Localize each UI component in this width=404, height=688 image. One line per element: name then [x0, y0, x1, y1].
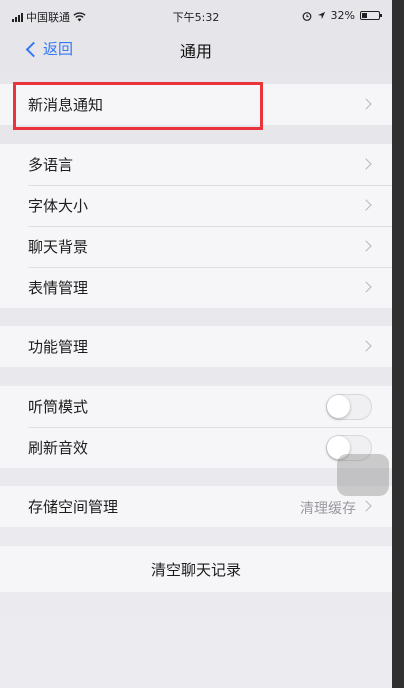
toggle-knob: [327, 395, 350, 418]
row-refresh-sound[interactable]: 刷新音效: [0, 427, 392, 468]
status-right: 32%: [302, 9, 382, 22]
row-label: 听筒模式: [28, 398, 89, 416]
back-button[interactable]: 返回: [25, 38, 74, 59]
chevron-right-icon: [360, 199, 372, 211]
clear-chat-history-button[interactable]: 清空聊天记录: [0, 546, 392, 592]
settings-group-sound: 听筒模式 刷新音效: [0, 386, 392, 468]
device-bezel: [392, 0, 404, 688]
alarm-icon: [302, 11, 311, 21]
row-label: 功能管理: [28, 338, 89, 356]
battery-percent: 32%: [330, 9, 355, 22]
chevron-right-icon: [360, 281, 372, 293]
row-language[interactable]: 多语言: [0, 144, 392, 185]
row-label: 新消息通知: [28, 96, 104, 114]
carrier-label: 中国联通: [26, 11, 70, 24]
settings-group-notifications: 新消息通知: [0, 84, 392, 125]
back-label: 返回: [43, 40, 74, 58]
chevron-right-icon: [360, 500, 372, 512]
row-detail: 清理缓存: [300, 501, 356, 517]
wifi-icon: [73, 12, 86, 22]
clear-chat-history-label: 清空聊天记录: [150, 560, 241, 579]
row-new-message-notification[interactable]: 新消息通知: [0, 84, 392, 125]
signal-icon: [12, 12, 23, 22]
row-feature-management[interactable]: 功能管理: [0, 326, 392, 367]
chevron-left-icon: [25, 41, 42, 57]
nav-bar: 返回 通用: [0, 28, 392, 68]
row-storage-management[interactable]: 存储空间管理 清理缓存: [0, 486, 392, 527]
settings-group-features: 功能管理: [0, 326, 392, 367]
chevron-right-icon: [360, 158, 372, 170]
status-left: 中国联通: [12, 9, 86, 25]
row-label: 多语言: [28, 156, 74, 174]
location-icon: [317, 11, 325, 20]
assistive-touch-button[interactable]: [337, 454, 389, 496]
row-label: 存储空间管理: [28, 498, 119, 516]
settings-group-storage: 存储空间管理 清理缓存: [0, 486, 392, 527]
chevron-right-icon: [360, 240, 372, 252]
row-label: 聊天背景: [28, 238, 89, 256]
chevron-right-icon: [360, 340, 372, 352]
row-font-size[interactable]: 字体大小: [0, 185, 392, 226]
settings-screen: 中国联通 下午5:32 32% 返回 通用 新消息通知 多语言 字体大小 聊天背…: [0, 0, 404, 688]
battery-icon: [360, 11, 382, 20]
row-label: 刷新音效: [28, 439, 89, 457]
row-label: 表情管理: [28, 279, 89, 297]
earpiece-mode-toggle[interactable]: [326, 394, 372, 420]
status-bar: 中国联通 下午5:32 32%: [0, 6, 392, 26]
row-chat-background[interactable]: 聊天背景: [0, 226, 392, 267]
row-sticker-management[interactable]: 表情管理: [0, 267, 392, 308]
row-earpiece-mode[interactable]: 听筒模式: [0, 386, 392, 427]
row-label: 字体大小: [28, 197, 89, 215]
settings-group-display: 多语言 字体大小 聊天背景 表情管理: [0, 144, 392, 308]
chevron-right-icon: [360, 98, 372, 110]
